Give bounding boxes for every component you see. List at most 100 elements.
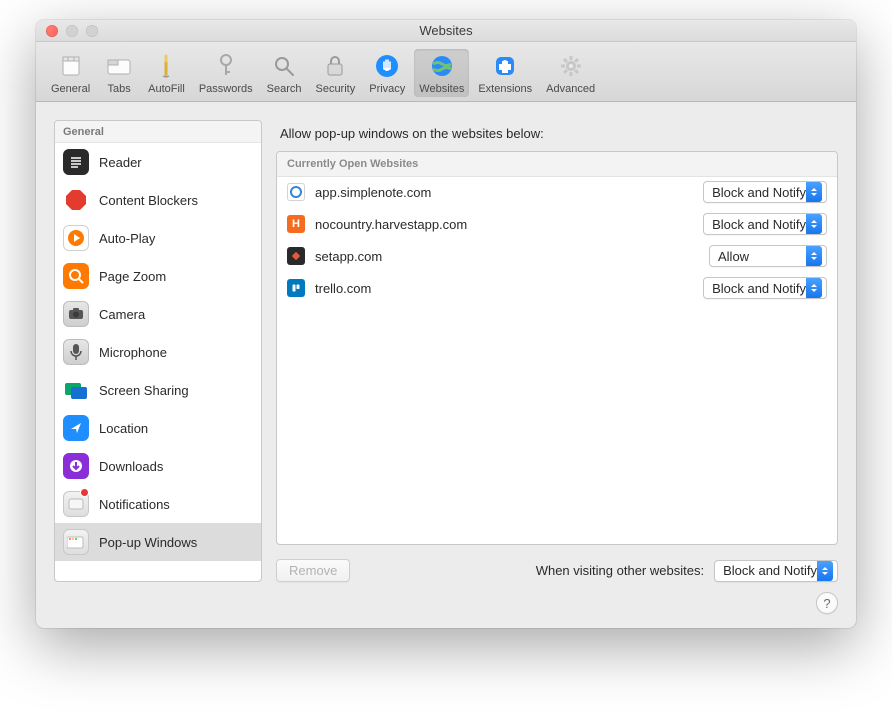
play-icon	[63, 225, 89, 251]
website-policy-select[interactable]: Allow	[709, 245, 827, 267]
remove-button[interactable]: Remove	[276, 559, 350, 582]
select-value: Block and Notify	[712, 281, 806, 296]
globe-icon	[427, 51, 457, 81]
other-websites-policy-select[interactable]: Block and Notify	[714, 560, 838, 582]
magnifier-icon	[269, 51, 299, 81]
select-value: Allow	[718, 249, 749, 264]
open-websites-list: Currently Open Websites app.simplenote.c…	[276, 151, 838, 545]
website-domain: app.simplenote.com	[315, 185, 693, 200]
website-policy-select[interactable]: Block and Notify	[703, 181, 827, 203]
toolbar-tab-label: Passwords	[199, 83, 253, 95]
select-value: Block and Notify	[712, 217, 806, 232]
sidebar-item-location[interactable]: Location	[55, 409, 261, 447]
site-favicon-simplenote	[287, 183, 305, 201]
toolbar-tab-label: Extensions	[478, 83, 532, 95]
microphone-icon	[63, 339, 89, 365]
preferences-toolbar: General Tabs AutoFill Passwords Search	[36, 42, 856, 102]
sidebar-item-label: Reader	[99, 155, 142, 170]
toolbar-tab-label: Privacy	[369, 83, 405, 95]
sidebar-item-label: Page Zoom	[99, 269, 166, 284]
sidebar-section-header: General	[55, 121, 261, 143]
toolbar-tab-label: General	[51, 83, 90, 95]
content-area: General Reader Content Blockers Auto-Pla…	[36, 102, 856, 592]
chevron-updown-icon	[806, 182, 822, 202]
toolbar-tab-label: Search	[267, 83, 302, 95]
website-row[interactable]: H nocountry.harvestapp.com Block and Not…	[277, 209, 837, 239]
titlebar: Websites	[36, 20, 856, 42]
sidebar-item-content-blockers[interactable]: Content Blockers	[55, 181, 261, 219]
sidebar-item-label: Pop-up Windows	[99, 535, 197, 550]
toolbar-tab-advanced[interactable]: Advanced	[541, 49, 600, 97]
extensions-icon	[490, 51, 520, 81]
toolbar-tab-websites[interactable]: Websites	[414, 49, 469, 97]
select-value: Block and Notify	[712, 185, 806, 200]
chevron-updown-icon	[817, 561, 833, 581]
toolbar-tab-label: Security	[315, 83, 355, 95]
list-section-header: Currently Open Websites	[277, 152, 837, 177]
site-favicon-trello	[287, 279, 305, 297]
sidebar-item-label: Notifications	[99, 497, 170, 512]
sidebar-item-label: Location	[99, 421, 148, 436]
chevron-updown-icon	[806, 214, 822, 234]
toolbar-tab-label: AutoFill	[148, 83, 185, 95]
toolbar-tab-general[interactable]: General	[46, 49, 95, 97]
website-policy-select[interactable]: Block and Notify	[703, 277, 827, 299]
sidebar-item-screen-sharing[interactable]: Screen Sharing	[55, 371, 261, 409]
chevron-updown-icon	[806, 278, 822, 298]
toolbar-tab-extensions[interactable]: Extensions	[473, 49, 537, 97]
preferences-window: Websites General Tabs AutoFill Password	[36, 20, 856, 628]
sidebar-item-label: Downloads	[99, 459, 163, 474]
settings-sidebar: General Reader Content Blockers Auto-Pla…	[54, 120, 262, 582]
zoom-icon	[63, 263, 89, 289]
other-websites-label: When visiting other websites:	[536, 563, 704, 578]
toolbar-tab-label: Websites	[419, 83, 464, 95]
help-button[interactable]: ?	[816, 592, 838, 614]
sidebar-item-label: Auto-Play	[99, 231, 155, 246]
main-heading: Allow pop-up windows on the websites bel…	[280, 126, 838, 141]
toolbar-tab-privacy[interactable]: Privacy	[364, 49, 410, 97]
sidebar-item-label: Camera	[99, 307, 145, 322]
select-value: Block and Notify	[723, 563, 817, 578]
toolbar-tab-passwords[interactable]: Passwords	[194, 49, 258, 97]
sidebar-item-auto-play[interactable]: Auto-Play	[55, 219, 261, 257]
window-title: Websites	[36, 23, 856, 38]
chevron-updown-icon	[806, 246, 822, 266]
hand-icon	[372, 51, 402, 81]
website-domain: trello.com	[315, 281, 693, 296]
toolbar-tab-security[interactable]: Security	[310, 49, 360, 97]
tabs-icon	[104, 51, 134, 81]
toolbar-tab-search[interactable]: Search	[262, 49, 307, 97]
website-row[interactable]: setapp.com Allow	[277, 241, 837, 271]
main-footer-row: Remove When visiting other websites: Blo…	[276, 559, 838, 582]
sidebar-item-label: Content Blockers	[99, 193, 198, 208]
sidebar-item-notifications[interactable]: Notifications	[55, 485, 261, 523]
gear-icon	[556, 51, 586, 81]
toolbar-tab-autofill[interactable]: AutoFill	[143, 49, 190, 97]
sidebar-item-microphone[interactable]: Microphone	[55, 333, 261, 371]
sidebar-item-label: Screen Sharing	[99, 383, 189, 398]
general-icon	[56, 51, 86, 81]
camera-icon	[63, 301, 89, 327]
toolbar-tab-label: Advanced	[546, 83, 595, 95]
sidebar-item-reader[interactable]: Reader	[55, 143, 261, 181]
website-policy-select[interactable]: Block and Notify	[703, 213, 827, 235]
help-row: ?	[36, 592, 856, 628]
key-icon	[211, 51, 241, 81]
sidebar-item-label: Microphone	[99, 345, 167, 360]
website-domain: nocountry.harvestapp.com	[315, 217, 693, 232]
sidebar-item-downloads[interactable]: Downloads	[55, 447, 261, 485]
reader-icon	[63, 149, 89, 175]
website-domain: setapp.com	[315, 249, 699, 264]
site-favicon-setapp	[287, 247, 305, 265]
website-row[interactable]: trello.com Block and Notify	[277, 273, 837, 303]
sidebar-item-popup-windows[interactable]: Pop-up Windows	[55, 523, 261, 561]
sidebar-item-camera[interactable]: Camera	[55, 295, 261, 333]
screens-icon	[63, 377, 89, 403]
site-favicon-harvest: H	[287, 215, 305, 233]
toolbar-tab-tabs[interactable]: Tabs	[99, 49, 139, 97]
popup-windows-icon	[63, 529, 89, 555]
autofill-icon	[151, 51, 181, 81]
sidebar-item-page-zoom[interactable]: Page Zoom	[55, 257, 261, 295]
download-icon	[63, 453, 89, 479]
website-row[interactable]: app.simplenote.com Block and Notify	[277, 177, 837, 207]
